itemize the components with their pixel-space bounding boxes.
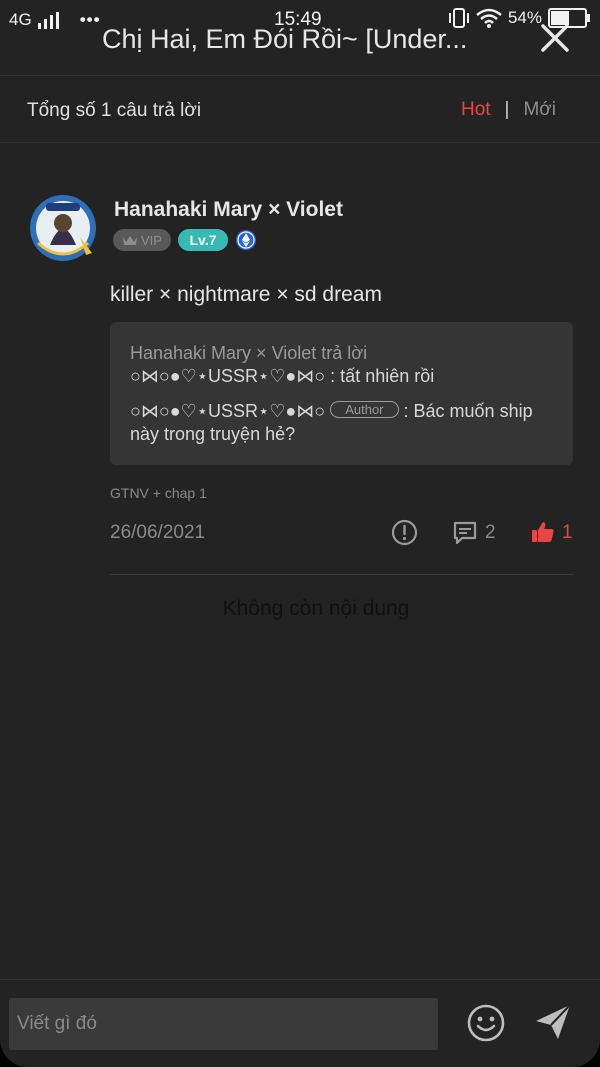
network-type: 4G — [9, 10, 32, 29]
sort-new-tab[interactable]: Mới — [523, 99, 556, 121]
no-more-content: Không còn nội dung — [222, 597, 410, 620]
quote-line-2: ○⋈○●♡⋆USSR⋆♡●⋈○ Author : Bác muốn ship n… — [130, 400, 553, 446]
comment-source[interactable]: GTNV + chap 1 — [110, 485, 207, 501]
author-tag: Author — [330, 401, 399, 418]
divider — [110, 574, 573, 575]
vip-badge: VIP — [113, 229, 171, 251]
battery-icon — [548, 8, 590, 28]
screen: Chị Hai, Em Đói Rồi~ [Under... 4G ••• 15… — [0, 0, 600, 1067]
quote-author-name: ○⋈○●♡⋆USSR⋆♡●⋈○ — [130, 401, 326, 421]
diamond-badge-icon — [236, 230, 256, 250]
thumbs-up-icon[interactable] — [531, 520, 555, 544]
comment-text: killer × nightmare × sd dream — [110, 283, 382, 306]
composer-bar — [0, 979, 600, 1067]
report-icon[interactable] — [391, 519, 418, 546]
crown-icon — [123, 236, 138, 245]
status-right: 54% — [448, 8, 590, 28]
reply-count: 2 — [485, 522, 496, 543]
sort-hot-tab[interactable]: Hot — [461, 99, 491, 121]
vibrate-icon — [448, 8, 469, 28]
avatar[interactable] — [28, 193, 98, 263]
quote-header: Hanahaki Mary × Violet trả lời — [130, 343, 368, 363]
sort-separator: | — [504, 99, 510, 120]
reply-icon[interactable] — [452, 520, 478, 546]
comment-username[interactable]: Hanahaki Mary × Violet — [114, 198, 343, 222]
total-replies: Tổng số 1 câu trả lời — [27, 100, 202, 121]
comment-input[interactable] — [9, 998, 438, 1050]
signal-icon — [37, 11, 59, 29]
user-badges: VIP Lv.7 — [113, 229, 257, 251]
wifi-icon — [476, 8, 502, 28]
status-bar: 4G ••• 15:49 54% — [0, 0, 600, 40]
sort-options: Hot | Mới — [461, 99, 556, 121]
like-count: 1 — [562, 522, 573, 543]
status-left: 4G ••• — [9, 10, 101, 30]
comment-date: 26/06/2021 — [110, 522, 206, 543]
smiley-icon[interactable] — [466, 1003, 506, 1043]
quoted-reply[interactable]: Hanahaki Mary × Violet trả lời ○⋈○●♡⋆USS… — [110, 322, 573, 465]
status-time: 15:49 — [274, 9, 322, 30]
sort-bar: Tổng số 1 câu trả lời Hot | Mới — [0, 77, 600, 143]
quote-line-1: ○⋈○●♡⋆USSR⋆♡●⋈○ : tất nhiên rồi — [130, 366, 435, 386]
vip-label: VIP — [141, 232, 162, 248]
level-badge: Lv.7 — [178, 229, 228, 251]
more-notifications-icon: ••• — [79, 10, 101, 29]
send-icon[interactable] — [534, 1003, 572, 1041]
battery-percent: 54% — [507, 8, 542, 27]
